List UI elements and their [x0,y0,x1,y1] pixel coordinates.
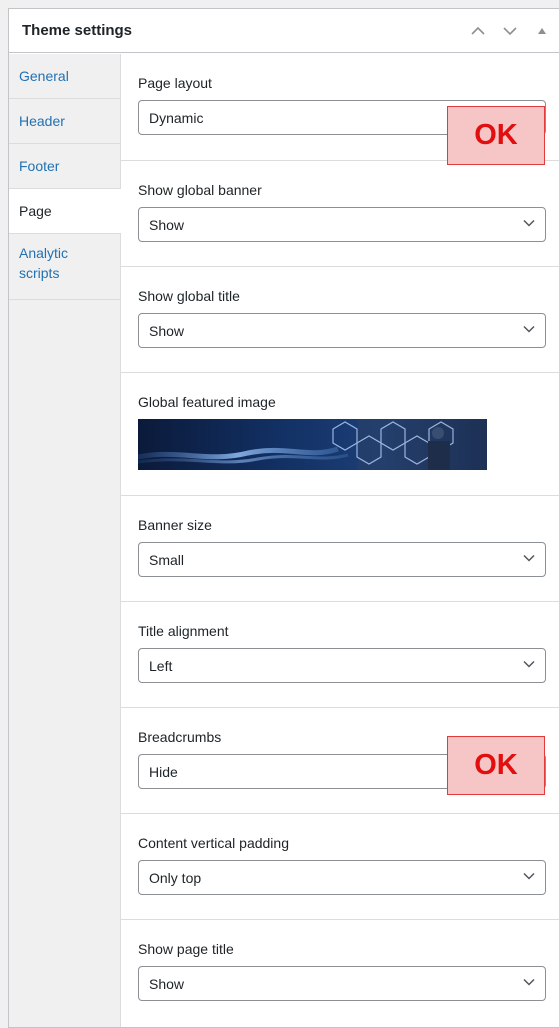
select-value: Hide [149,763,178,780]
tab-general[interactable]: General [9,54,120,99]
chevron-down-icon [523,219,535,227]
header-actions [467,9,553,53]
settings-tabs: General Header Footer Page Analytic scri… [9,54,121,1027]
tab-label: General [19,68,69,84]
tab-content: Page layout Dynamic Show global banner S… [121,54,559,1027]
featured-image-thumbnail[interactable] [138,419,487,470]
chevron-up-icon [471,26,485,35]
panel-title: Theme settings [22,22,133,39]
field-label: Page layout [138,75,212,91]
tab-label: Page [19,203,52,219]
field-title-alignment: Title alignment Left [121,602,559,708]
tab-analytic-scripts[interactable]: Analytic scripts [9,234,120,300]
tab-footer[interactable]: Footer [9,144,120,189]
ok-badge: OK [447,736,545,795]
tab-label: Analytic scripts [19,245,69,281]
field-show-page-title: Show page title Show [121,920,559,1026]
show-global-banner-select[interactable]: Show [138,207,546,242]
panel-header: Theme settings [9,9,559,53]
field-label: Show global banner [138,182,262,198]
select-value: Dynamic [149,109,204,126]
tab-page[interactable]: Page [9,189,121,234]
field-show-global-title: Show global title Show [121,267,559,373]
field-content-vertical-padding: Content vertical padding Only top [121,814,559,920]
move-down-button[interactable] [499,20,521,42]
tab-header[interactable]: Header [9,99,120,144]
field-show-global-banner: Show global banner Show [121,161,559,267]
toggle-panel-button[interactable] [531,20,553,42]
move-up-button[interactable] [467,20,489,42]
tab-label: Footer [19,158,60,174]
select-value: Show [149,322,185,339]
content-vertical-padding-select[interactable]: Only top [138,860,546,895]
field-label: Global featured image [138,394,276,410]
select-value: Small [149,551,185,568]
chevron-down-icon [523,978,535,986]
select-value: Left [149,657,173,674]
chevron-down-icon [503,27,517,36]
field-banner-size: Banner size Small [121,496,559,602]
chevron-down-icon [523,660,535,668]
panel-body: General Header Footer Page Analytic scri… [9,54,559,1027]
field-label: Content vertical padding [138,835,289,851]
field-label: Show global title [138,288,240,304]
show-global-title-select[interactable]: Show [138,313,546,348]
chevron-down-icon [523,872,535,880]
select-value: Show [149,975,185,992]
field-label: Banner size [138,517,212,533]
triangle-up-icon [538,28,546,34]
field-global-featured-image: Global featured image [121,373,559,496]
field-label: Title alignment [138,623,229,639]
chevron-down-icon [523,325,535,333]
show-page-title-select[interactable]: Show [138,966,546,1001]
banner-size-select[interactable]: Small [138,542,546,577]
select-value: Show [149,216,185,233]
chevron-down-icon [523,554,535,562]
tab-label: Header [19,113,65,129]
select-value: Only top [149,869,202,886]
title-alignment-select[interactable]: Left [138,648,546,683]
ok-badge: OK [447,106,545,165]
field-label: Show page title [138,941,234,957]
